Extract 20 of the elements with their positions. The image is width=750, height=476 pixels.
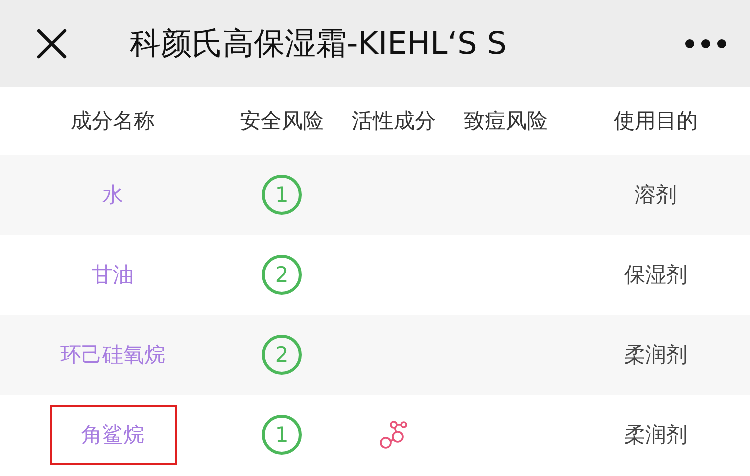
ingredient-name[interactable]: 角鲨烷 — [50, 405, 176, 465]
column-header: 成分名称 — [70, 108, 156, 135]
risk-level-badge: 2 — [262, 255, 302, 295]
column-header: 使用目的 — [613, 108, 699, 135]
column-header: 活性成分 — [351, 108, 437, 135]
purpose-text: 柔润剂 — [624, 422, 688, 449]
purpose-text: 溶剂 — [635, 182, 677, 209]
risk-level-badge: 1 — [262, 175, 302, 215]
ingredient-name[interactable]: 甘油 — [60, 245, 166, 305]
page-title: 科颜氏高保湿霜-KIEHL‘S S — [130, 24, 508, 64]
risk-level-badge: 1 — [262, 415, 302, 455]
risk-level-badge: 2 — [262, 335, 302, 375]
close-button[interactable] — [36, 28, 68, 60]
ingredient-name[interactable]: 水 — [70, 165, 156, 225]
purpose-text: 柔润剂 — [624, 342, 688, 369]
ingredient-name[interactable]: 环己硅氧烷 — [28, 325, 198, 385]
column-header: 安全风险 — [239, 108, 325, 135]
column-header: 致痘风险 — [463, 108, 549, 135]
purpose-text: 保湿剂 — [624, 262, 688, 289]
more-button[interactable] — [684, 38, 728, 50]
